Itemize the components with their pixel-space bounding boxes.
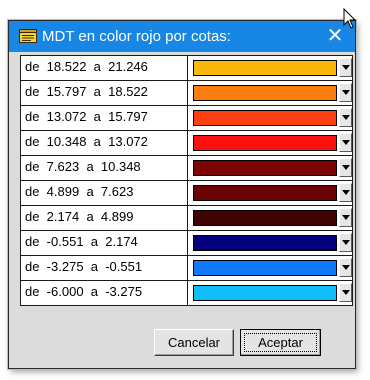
dropdown-button[interactable]	[339, 158, 352, 177]
chevron-down-icon	[342, 165, 350, 170]
column-divider	[187, 81, 188, 105]
range-row: de -6.000 a -3.275	[20, 281, 353, 306]
range-row: de 2.174 a 4.899	[20, 206, 353, 231]
column-divider	[187, 131, 188, 155]
title-bar[interactable]: MDT en color rojo por cotas: ✕	[9, 21, 355, 52]
range-row: de 13.072 a 15.797	[20, 106, 353, 131]
range-row: de 18.522 a 21.246	[20, 56, 353, 81]
dialog-title: MDT en color rojo por cotas:	[42, 28, 231, 45]
column-divider	[187, 106, 188, 130]
column-divider	[187, 206, 188, 230]
column-divider	[187, 281, 188, 305]
chevron-down-icon	[342, 190, 350, 195]
mouse-cursor-icon	[343, 8, 357, 29]
range-label: de -6.000 a -3.275	[25, 284, 143, 299]
chevron-down-icon	[342, 140, 350, 145]
chevron-down-icon	[342, 115, 350, 120]
dropdown-button[interactable]	[339, 258, 352, 277]
range-label: de 15.797 a 18.522	[25, 84, 148, 99]
dropdown-button[interactable]	[339, 283, 352, 302]
cancel-button-label: Cancelar	[167, 335, 221, 350]
column-divider	[187, 231, 188, 255]
range-label: de -0.551 a 2.174	[25, 234, 138, 249]
color-select[interactable]	[193, 260, 337, 276]
range-label: de 4.899 a 7.623	[25, 184, 134, 199]
range-row: de -3.275 a -0.551	[20, 256, 353, 281]
range-row: de 7.623 a 10.348	[20, 156, 353, 181]
focus-rectangle	[244, 333, 317, 352]
color-select[interactable]	[193, 185, 337, 201]
color-select[interactable]	[193, 60, 337, 76]
column-divider	[187, 256, 188, 280]
color-select[interactable]	[193, 85, 337, 101]
chevron-down-icon	[342, 215, 350, 220]
range-row: de 15.797 a 18.522	[20, 81, 353, 106]
range-label: de 10.348 a 13.072	[25, 134, 148, 149]
chevron-down-icon	[342, 65, 350, 70]
notepad-icon	[19, 29, 37, 43]
cancel-button[interactable]: Cancelar	[154, 329, 234, 356]
chevron-down-icon	[342, 290, 350, 295]
column-divider	[187, 156, 188, 180]
range-label: de 13.072 a 15.797	[25, 109, 148, 124]
accept-button[interactable]: Aceptar	[240, 329, 321, 356]
chevron-down-icon	[342, 90, 350, 95]
chevron-down-icon	[342, 240, 350, 245]
color-select[interactable]	[193, 235, 337, 251]
range-row: de 10.348 a 13.072	[20, 131, 353, 156]
color-select[interactable]	[193, 110, 337, 126]
range-label: de 2.174 a 4.899	[25, 209, 134, 224]
range-row: de 4.899 a 7.623	[20, 181, 353, 206]
range-label: de 7.623 a 10.348	[25, 159, 141, 174]
column-divider	[187, 56, 188, 80]
dropdown-button[interactable]	[339, 233, 352, 252]
column-divider	[187, 181, 188, 205]
dropdown-button[interactable]	[339, 183, 352, 202]
dropdown-button[interactable]	[339, 133, 352, 152]
dropdown-button[interactable]	[339, 108, 352, 127]
color-select[interactable]	[193, 160, 337, 176]
range-row: de -0.551 a 2.174	[20, 231, 353, 256]
dropdown-button[interactable]	[339, 83, 352, 102]
chevron-down-icon	[342, 265, 350, 270]
color-select[interactable]	[193, 135, 337, 151]
dialog-window: MDT en color rojo por cotas: ✕ de 18.522…	[8, 20, 356, 369]
dropdown-button[interactable]	[339, 208, 352, 227]
color-select[interactable]	[193, 210, 337, 226]
range-label: de -3.275 a -0.551	[25, 259, 143, 274]
range-label: de 18.522 a 21.246	[25, 59, 148, 74]
color-select[interactable]	[193, 285, 337, 301]
color-range-table: de 18.522 a 21.246 de 15.797 a 18.522 de 1…	[20, 55, 353, 306]
dropdown-button[interactable]	[339, 58, 352, 77]
